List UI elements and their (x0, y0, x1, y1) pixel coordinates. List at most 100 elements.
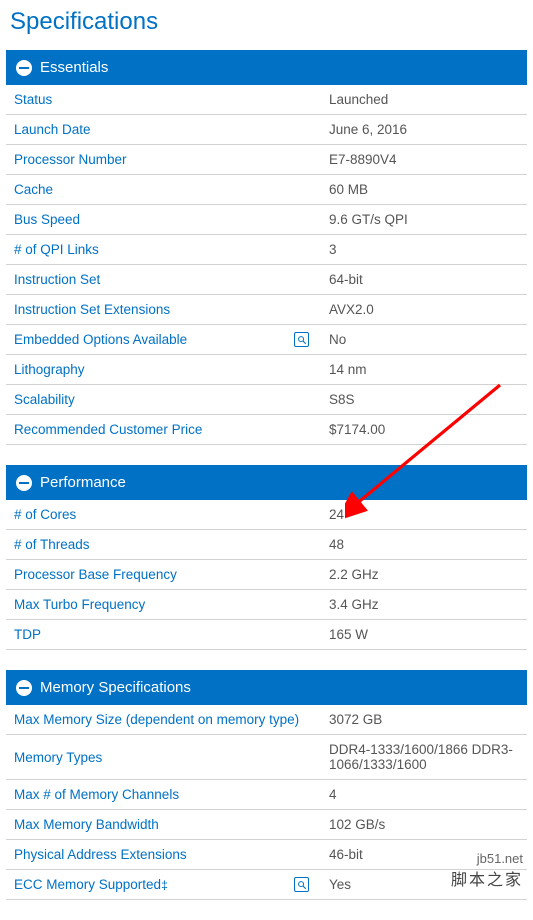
spec-value: 4 (321, 780, 527, 809)
section-body-performance: # of Cores24# of Threads48Processor Base… (6, 500, 527, 650)
spec-row: Max Memory Size (dependent on memory typ… (6, 705, 527, 735)
spec-row: Physical Address Extensions 46-bit (6, 840, 527, 870)
section-body-memory: Max Memory Size (dependent on memory typ… (6, 705, 527, 900)
spec-row: TDP165 W (6, 620, 527, 650)
spec-label[interactable]: Processor Number (6, 145, 321, 174)
spec-label-text: # of QPI Links (14, 242, 99, 257)
spec-row: Launch Date June 6, 2016 (6, 115, 527, 145)
spec-value: 24 (321, 500, 527, 529)
spec-label[interactable]: # of Threads (6, 530, 321, 559)
spec-label[interactable]: Max Memory Bandwidth (6, 810, 321, 839)
spec-label-text: Processor Base Frequency (14, 567, 177, 582)
section-title: Memory Specifications (40, 679, 191, 696)
spec-value: 3.4 GHz (321, 590, 527, 619)
section-header-performance[interactable]: Performance (6, 465, 527, 500)
spec-row: Max Turbo Frequency 3.4 GHz (6, 590, 527, 620)
collapse-icon (16, 60, 32, 76)
spec-value: 9.6 GT/s QPI (321, 205, 527, 234)
spec-label-text: Bus Speed (14, 212, 80, 227)
spec-label[interactable]: Physical Address Extensions (6, 840, 321, 869)
spec-row: Processor Base Frequency 2.2 GHz (6, 560, 527, 590)
spec-value: June 6, 2016 (321, 115, 527, 144)
spec-value: 48 (321, 530, 527, 559)
spec-label-text: ECC Memory Supported (14, 877, 168, 892)
spec-label-text: Scalability (14, 392, 75, 407)
spec-label[interactable]: Memory Types (6, 743, 321, 772)
spec-value: 102 GB/s (321, 810, 527, 839)
spec-label[interactable]: # of QPI Links (6, 235, 321, 264)
section-header-memory[interactable]: Memory Specifications (6, 670, 527, 705)
spec-label[interactable]: # of Cores (6, 500, 321, 529)
spec-label[interactable]: Status (6, 85, 321, 114)
spec-value: 64-bit (321, 265, 527, 294)
section-title: Essentials (40, 59, 108, 76)
spec-label[interactable]: Embedded Options Available (6, 325, 321, 354)
spec-row: Max Memory Bandwidth 102 GB/s (6, 810, 527, 840)
spec-label[interactable]: Instruction Set (6, 265, 321, 294)
spec-value: 165 W (321, 620, 527, 649)
spec-label[interactable]: ECC Memory Supported (6, 870, 321, 899)
spec-label-text: Launch Date (14, 122, 91, 137)
spec-row: StatusLaunched (6, 85, 527, 115)
spec-label-text: Physical Address Extensions (14, 847, 187, 862)
spec-row: Max # of Memory Channels 4 (6, 780, 527, 810)
spec-label[interactable]: Max Memory Size (dependent on memory typ… (6, 705, 321, 734)
spec-label[interactable]: Lithography (6, 355, 321, 384)
spec-label[interactable]: Max Turbo Frequency (6, 590, 321, 619)
spec-label-text: Max Memory Size (dependent on memory typ… (14, 712, 299, 727)
spec-label-text: Max Memory Bandwidth (14, 817, 159, 832)
spec-label-text: Recommended Customer Price (14, 422, 202, 437)
spec-label-text: Instruction Set Extensions (14, 302, 170, 317)
section-body-essentials: StatusLaunchedLaunch DateJune 6, 2016Pro… (6, 85, 527, 445)
spec-row: Memory Types DDR4-1333/1600/1866 DDR3-106… (6, 735, 527, 780)
spec-label-text: Cache (14, 182, 53, 197)
spec-value: Yes (321, 870, 527, 899)
spec-label-text: Lithography (14, 362, 85, 377)
section-header-essentials[interactable]: Essentials (6, 50, 527, 85)
spec-label-text: Embedded Options Available (14, 332, 187, 347)
spec-label[interactable]: Cache (6, 175, 321, 204)
search-icon[interactable] (294, 332, 309, 347)
spec-value: 3072 GB (321, 705, 527, 734)
spec-row: # of Cores24 (6, 500, 527, 530)
collapse-icon (16, 680, 32, 696)
section-performance: Performance # of Cores24# of Threads48Pr… (6, 465, 527, 650)
spec-label-text: Max # of Memory Channels (14, 787, 179, 802)
spec-label-text: Processor Number (14, 152, 127, 167)
spec-value: Launched (321, 85, 527, 114)
spec-row: Bus Speed 9.6 GT/s QPI (6, 205, 527, 235)
spec-label[interactable]: Processor Base Frequency (6, 560, 321, 589)
spec-row: Cache 60 MB (6, 175, 527, 205)
page-title: Specifications (0, 0, 533, 50)
search-icon[interactable] (294, 877, 309, 892)
spec-row: Lithography 14 nm (6, 355, 527, 385)
spec-value: 14 nm (321, 355, 527, 384)
spec-label[interactable]: Launch Date (6, 115, 321, 144)
spec-label[interactable]: Instruction Set Extensions (6, 295, 321, 324)
spec-value: No (321, 325, 527, 354)
section-essentials: Essentials StatusLaunched Launch Date June… (6, 50, 527, 445)
spec-value: 60 MB (321, 175, 527, 204)
spec-label[interactable]: Scalability (6, 385, 321, 414)
spec-label-text: Memory Types (14, 750, 102, 765)
spec-row: Instruction Set Extensions AVX2.0 (6, 295, 527, 325)
spec-value: E7-8890V4 (321, 145, 527, 174)
spec-label-text: # of Threads (14, 537, 90, 552)
spec-row: ScalabilityS8S (6, 385, 527, 415)
spec-label-text: Max Turbo Frequency (14, 597, 145, 612)
spec-value: 3 (321, 235, 527, 264)
spec-row: Instruction Set64-bit (6, 265, 527, 295)
spec-label[interactable]: Recommended Customer Price (6, 415, 321, 444)
spec-value: 2.2 GHz (321, 560, 527, 589)
spec-value: AVX2.0 (321, 295, 527, 324)
section-memory: Memory Specifications Max Memory Size (d… (6, 670, 527, 900)
spec-row: Processor Number E7-8890V4 (6, 145, 527, 175)
spec-value: 46-bit (321, 840, 527, 869)
spec-value: DDR4-1333/1600/1866 DDR3-1066/1333/1600 (321, 735, 527, 779)
spec-row: Recommended Customer Price$7174.00 (6, 415, 527, 445)
spec-label[interactable]: TDP (6, 620, 321, 649)
spec-label[interactable]: Max # of Memory Channels (6, 780, 321, 809)
spec-row: # of Threads 48 (6, 530, 527, 560)
section-title: Performance (40, 474, 126, 491)
spec-label[interactable]: Bus Speed (6, 205, 321, 234)
